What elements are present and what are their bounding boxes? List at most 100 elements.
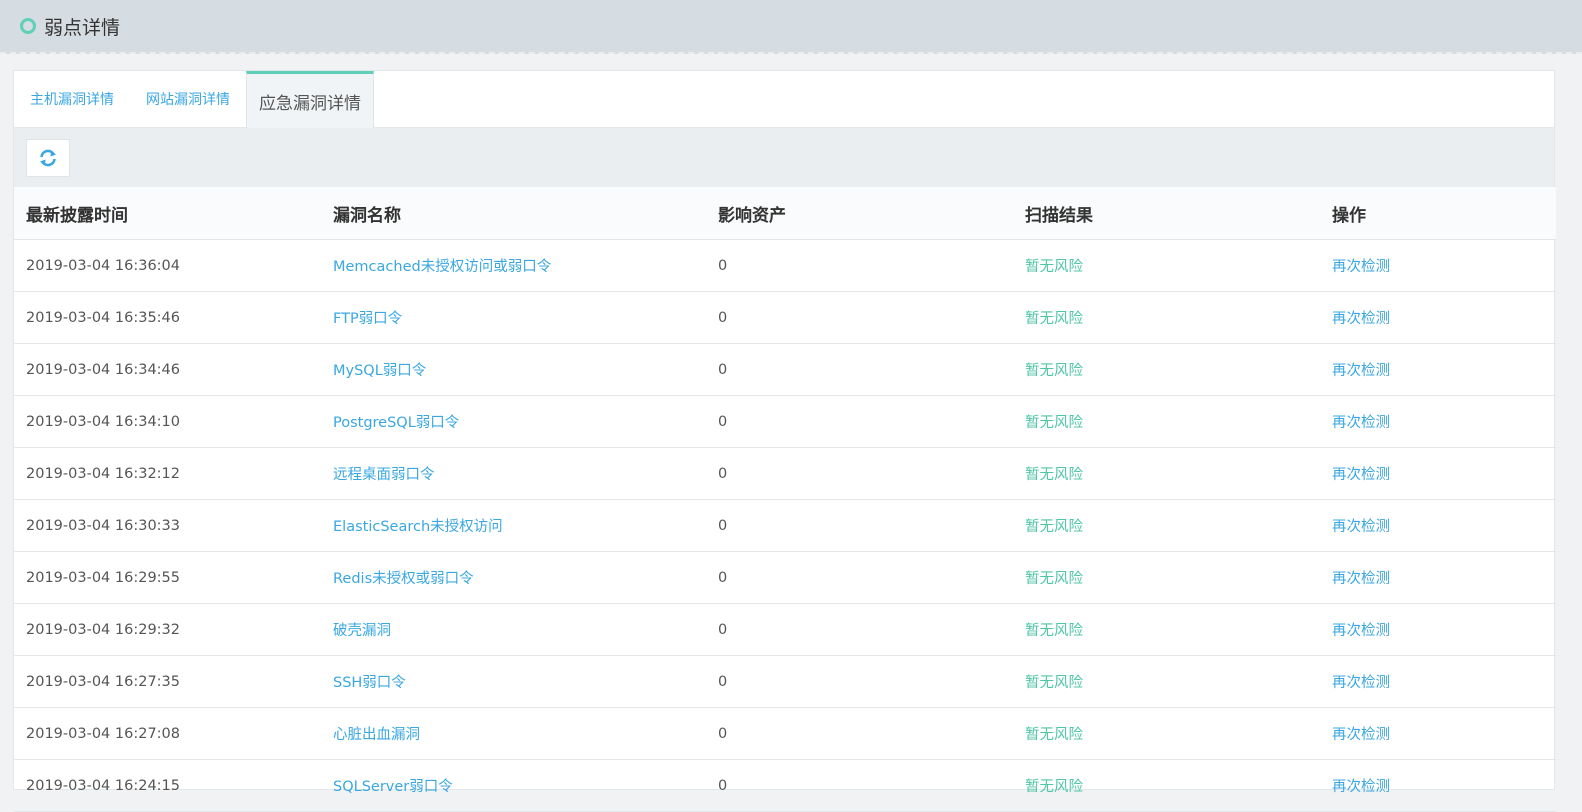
cell-vuln-name-link[interactable]: PostgreSQL弱口令	[333, 415, 459, 431]
retest-link[interactable]: 再次检测	[1332, 779, 1390, 795]
cell-scan-result: 暂无风险	[1025, 363, 1083, 379]
table-row: 2019-03-04 16:32:12 远程桌面弱口令 0 暂无风险 再次检测	[14, 447, 1556, 500]
table-row: 2019-03-04 16:30:33 ElasticSearch未授权访问 0 暂无…	[14, 499, 1556, 552]
table-cell: 再次检测	[1320, 343, 1556, 396]
column-header-action: 操作	[1320, 187, 1556, 240]
table-cell: 0	[706, 759, 1013, 812]
table-cell: 再次检测	[1320, 395, 1556, 448]
table-cell: 暂无风险	[1013, 551, 1320, 604]
table-cell: 0	[706, 655, 1013, 708]
table-row: 2019-03-04 16:36:04 Memcached未授权访问或弱口令 0 暂无…	[14, 239, 1556, 292]
table-cell: 2019-03-04 16:36:04	[14, 239, 321, 292]
cell-vuln-name-link[interactable]: 破壳漏洞	[333, 623, 391, 639]
table-cell: SQLServer弱口令	[321, 759, 706, 812]
page-header: 弱点详情	[0, 0, 1582, 54]
cell-time: 2019-03-04 16:36:04	[26, 257, 180, 274]
column-header-assets[interactable]: 影响资产	[706, 187, 1013, 240]
retest-link[interactable]: 再次检测	[1332, 467, 1390, 483]
cell-assets: 0	[718, 465, 728, 482]
cell-assets: 0	[718, 777, 728, 794]
table-cell: ElasticSearch未授权访问	[321, 499, 706, 552]
table-cell: 再次检测	[1320, 291, 1556, 344]
retest-link[interactable]: 再次检测	[1332, 623, 1390, 639]
table-cell: 2019-03-04 16:32:12	[14, 447, 321, 500]
table-cell: 2019-03-04 16:34:10	[14, 395, 321, 448]
table-cell: SSH弱口令	[321, 655, 706, 708]
cell-vuln-name-link[interactable]: FTP弱口令	[333, 311, 402, 327]
cell-vuln-name-link[interactable]: Memcached未授权访问或弱口令	[333, 259, 551, 275]
table-row: 2019-03-04 16:34:10 PostgreSQL弱口令 0 暂无风险 再次检…	[14, 395, 1556, 448]
cell-scan-result: 暂无风险	[1025, 467, 1083, 483]
table-cell: 再次检测	[1320, 759, 1556, 812]
cell-vuln-name-link[interactable]: Redis未授权或弱口令	[333, 571, 474, 587]
cell-scan-result: 暂无风险	[1025, 259, 1083, 275]
table-cell: 2019-03-04 16:34:46	[14, 343, 321, 396]
table-cell: PostgreSQL弱口令	[321, 395, 706, 448]
cell-assets: 0	[718, 517, 728, 534]
column-header-name[interactable]: 漏洞名称	[321, 187, 706, 240]
table-cell: 0	[706, 291, 1013, 344]
table-cell: 暂无风险	[1013, 343, 1320, 396]
table-cell: 暂无风险	[1013, 395, 1320, 448]
cell-vuln-name-link[interactable]: SQLServer弱口令	[333, 779, 453, 795]
table-cell: 0	[706, 343, 1013, 396]
cell-vuln-name-link[interactable]: MySQL弱口令	[333, 363, 426, 379]
table-cell: 暂无风险	[1013, 707, 1320, 760]
cell-time: 2019-03-04 16:24:15	[26, 777, 180, 794]
cell-scan-result: 暂无风险	[1025, 415, 1083, 431]
cell-time: 2019-03-04 16:34:10	[26, 413, 180, 430]
retest-link[interactable]: 再次检测	[1332, 571, 1390, 587]
retest-link[interactable]: 再次检测	[1332, 727, 1390, 743]
tab-bar: 主机漏洞详情 网站漏洞详情 应急漏洞详情	[14, 71, 1554, 128]
retest-link[interactable]: 再次检测	[1332, 415, 1390, 431]
refresh-icon	[40, 149, 56, 166]
cell-vuln-name-link[interactable]: ElasticSearch未授权访问	[333, 519, 503, 535]
table-row: 2019-03-04 16:24:15 SQLServer弱口令 0 暂无风险 再次检测	[14, 759, 1556, 812]
table-cell: 0	[706, 499, 1013, 552]
tab-website-vulns[interactable]: 网站漏洞详情	[130, 71, 246, 127]
cell-scan-result: 暂无风险	[1025, 727, 1083, 743]
tab-emergency-vulns[interactable]: 应急漏洞详情	[246, 71, 374, 128]
table-cell: 2019-03-04 16:29:32	[14, 603, 321, 656]
table-row: 2019-03-04 16:27:08 心脏出血漏洞 0 暂无风险 再次检测	[14, 707, 1556, 760]
retest-link[interactable]: 再次检测	[1332, 519, 1390, 535]
retest-link[interactable]: 再次检测	[1332, 363, 1390, 379]
column-header-result[interactable]: 扫描结果	[1013, 187, 1320, 240]
cell-time: 2019-03-04 16:29:55	[26, 569, 180, 586]
tab-host-vulns[interactable]: 主机漏洞详情	[14, 71, 130, 127]
content-panel: 主机漏洞详情 网站漏洞详情 应急漏洞详情 最新披露时间 漏洞名称 影响资产 扫描…	[13, 70, 1556, 812]
table-row: 2019-03-04 16:35:46 FTP弱口令 0 暂无风险 再次检测	[14, 291, 1556, 344]
cell-vuln-name-link[interactable]: 心脏出血漏洞	[333, 727, 420, 743]
cell-time: 2019-03-04 16:29:32	[26, 621, 180, 638]
cell-assets: 0	[718, 673, 728, 690]
table-cell: 2019-03-04 16:27:08	[14, 707, 321, 760]
table-cell: 2019-03-04 16:29:55	[14, 551, 321, 604]
page-title: 弱点详情	[44, 16, 121, 39]
cell-vuln-name-link[interactable]: SSH弱口令	[333, 675, 406, 691]
cell-time: 2019-03-04 16:32:12	[26, 465, 180, 482]
table-cell: FTP弱口令	[321, 291, 706, 344]
retest-link[interactable]: 再次检测	[1332, 675, 1390, 691]
retest-link[interactable]: 再次检测	[1332, 259, 1390, 275]
cell-scan-result: 暂无风险	[1025, 623, 1083, 639]
toolbar	[14, 128, 1554, 187]
table-cell: 再次检测	[1320, 655, 1556, 708]
table-cell: 暂无风险	[1013, 603, 1320, 656]
cell-scan-result: 暂无风险	[1025, 779, 1083, 795]
cell-time: 2019-03-04 16:27:35	[26, 673, 180, 690]
table-row: 2019-03-04 16:29:32 破壳漏洞 0 暂无风险 再次检测	[14, 603, 1556, 656]
table-row: 2019-03-04 16:29:55 Redis未授权或弱口令 0 暂无风险 再次检测	[14, 551, 1556, 604]
table-cell: 再次检测	[1320, 447, 1556, 500]
column-header-time[interactable]: 最新披露时间	[14, 187, 321, 240]
table-row: 2019-03-04 16:27:35 SSH弱口令 0 暂无风险 再次检测	[14, 655, 1556, 708]
cell-vuln-name-link[interactable]: 远程桌面弱口令	[333, 467, 435, 483]
table-cell: 心脏出血漏洞	[321, 707, 706, 760]
cell-time: 2019-03-04 16:30:33	[26, 517, 180, 534]
table-cell: 再次检测	[1320, 707, 1556, 760]
retest-link[interactable]: 再次检测	[1332, 311, 1390, 327]
table-cell: 暂无风险	[1013, 759, 1320, 812]
cell-scan-result: 暂无风险	[1025, 519, 1083, 535]
refresh-button[interactable]	[26, 138, 70, 177]
table-cell: 2019-03-04 16:35:46	[14, 291, 321, 344]
circle-icon	[20, 18, 36, 34]
